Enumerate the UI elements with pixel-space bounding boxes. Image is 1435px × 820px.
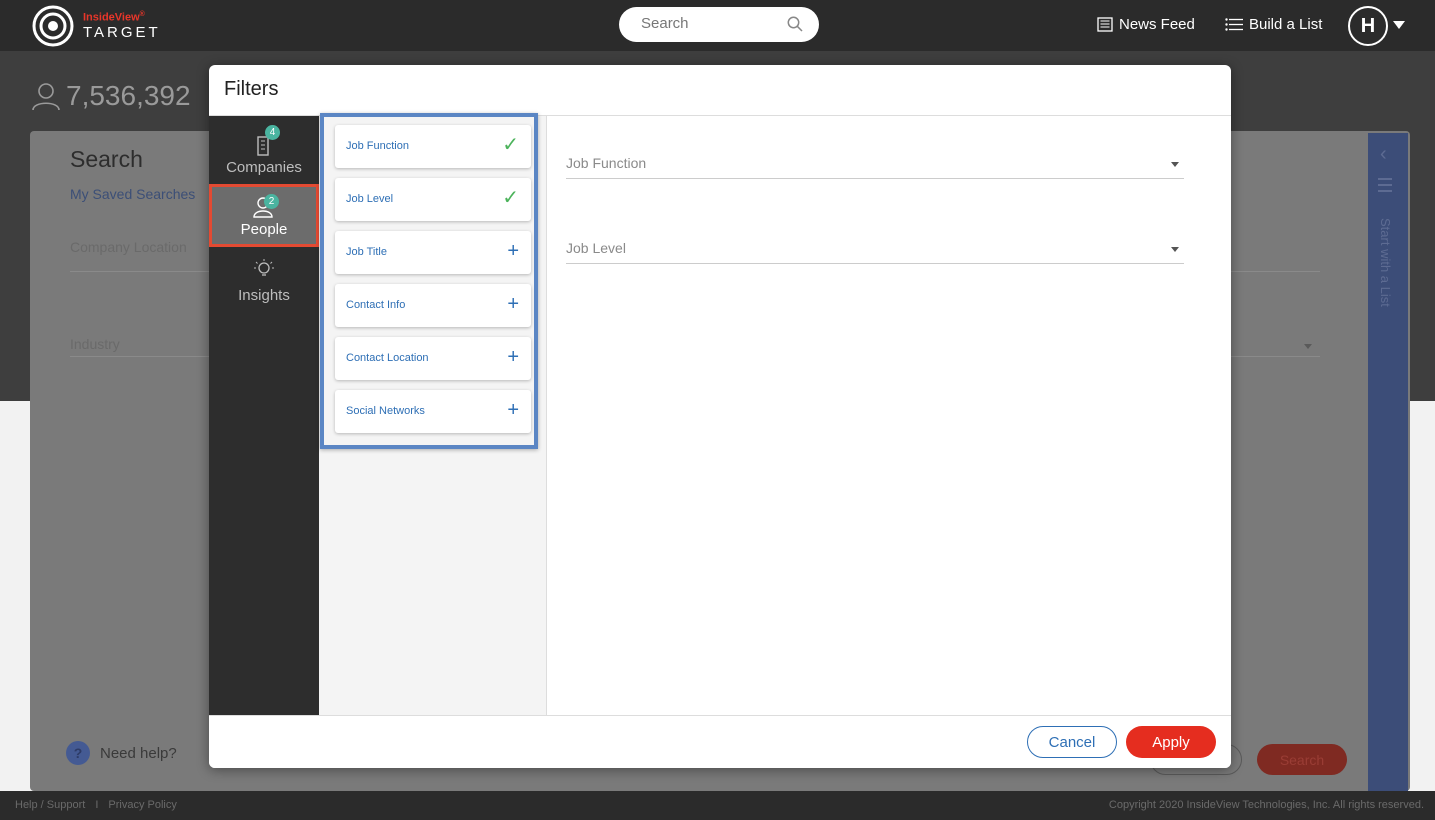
category-people-label: People [240, 221, 288, 238]
category-insights[interactable]: Insights [209, 257, 319, 304]
subfilter-social-networks[interactable]: Social Networks + [335, 390, 531, 433]
user-avatar[interactable]: H [1348, 6, 1388, 46]
subfilter-label: Job Title [346, 246, 387, 258]
results-count-value: 7,536,392 [66, 80, 191, 111]
search-button[interactable]: Search [1257, 744, 1347, 775]
people-count-badge: 2 [264, 194, 279, 209]
caret-down-icon[interactable] [1171, 247, 1179, 252]
results-count: 7,536,392 [30, 80, 191, 112]
copyright-text: Copyright 2020 InsideView Technologies, … [1108, 799, 1424, 811]
cancel-button[interactable]: Cancel [1027, 726, 1117, 758]
subfilter-job-level[interactable]: Job Level ✓ [335, 178, 531, 221]
page-footer: Help / Support I Privacy Policy Copyrigh… [0, 791, 1435, 820]
newspaper-icon [1097, 17, 1113, 32]
subfilter-label: Job Function [346, 140, 409, 152]
checkmark-icon[interactable]: ✓ [502, 135, 519, 155]
help-support-link[interactable]: Help / Support [15, 799, 85, 811]
user-menu-caret-icon[interactable] [1393, 21, 1405, 29]
need-help-link[interactable]: ? Need help? [66, 741, 177, 765]
need-help-label: Need help? [100, 744, 177, 762]
company-location-field[interactable]: Company Location [70, 239, 187, 255]
build-list-link[interactable]: Build a List [1225, 16, 1322, 33]
top-navbar: InsideView® TARGET News Feed Build a Lis… [0, 0, 1435, 51]
brand-product: TARGET [83, 24, 161, 41]
chevron-left-icon[interactable]: ‹ [1380, 143, 1387, 166]
target-logo-icon[interactable] [32, 5, 74, 47]
industry-caret-icon[interactable] [1304, 344, 1312, 349]
subfilter-label: Contact Location [346, 352, 429, 364]
job-function-select[interactable]: Job Function [566, 153, 1184, 179]
saved-searches-link[interactable]: My Saved Searches [70, 186, 195, 202]
filters-modal: Filters 4 Companies 2 People Insights Jo… [209, 65, 1231, 768]
global-search[interactable] [619, 7, 819, 42]
privacy-policy-link[interactable]: Privacy Policy [108, 799, 176, 811]
checkmark-icon[interactable]: ✓ [502, 188, 519, 208]
news-feed-label: News Feed [1119, 16, 1195, 33]
list-icon [1225, 18, 1243, 31]
job-function-placeholder: Job Function [566, 155, 647, 171]
person-icon [32, 83, 60, 111]
subfilter-job-function[interactable]: Job Function ✓ [335, 125, 531, 168]
plus-icon[interactable]: + [507, 347, 519, 367]
list-icon [1378, 178, 1392, 196]
search-icon[interactable] [787, 16, 803, 32]
build-list-label: Build a List [1249, 16, 1323, 33]
brand-name: InsideView® [83, 11, 145, 24]
subfilter-contact-location[interactable]: Contact Location + [335, 337, 531, 380]
apply-button[interactable]: Apply [1126, 726, 1216, 758]
job-level-placeholder: Job Level [566, 240, 626, 256]
caret-down-icon[interactable] [1171, 162, 1179, 167]
news-feed-link[interactable]: News Feed [1097, 16, 1195, 33]
category-people[interactable]: 2 People [209, 184, 319, 247]
subfilter-list: Job Function ✓ Job Level ✓ Job Title + C… [320, 113, 538, 449]
modal-title: Filters [224, 78, 279, 100]
help-icon: ? [66, 741, 90, 765]
subfilter-label: Social Networks [346, 405, 425, 417]
filter-category-nav: 4 Companies 2 People Insights [209, 116, 319, 716]
lightbulb-icon [254, 259, 274, 276]
category-companies-label: Companies [226, 159, 302, 176]
subfilter-label: Contact Info [346, 299, 406, 311]
category-companies[interactable]: 4 Companies [209, 125, 319, 176]
modal-footer: Cancel Apply [209, 715, 1231, 768]
subfilter-job-title[interactable]: Job Title + [335, 231, 531, 274]
search-card-title: Search [70, 146, 143, 172]
plus-icon[interactable]: + [507, 400, 519, 420]
job-level-select[interactable]: Job Level [566, 238, 1184, 264]
plus-icon[interactable]: + [507, 294, 519, 314]
modal-header: Filters [209, 65, 1231, 116]
industry-field[interactable]: Industry [70, 336, 120, 352]
plus-icon[interactable]: + [507, 241, 519, 261]
footer-separator: I [95, 799, 99, 811]
subfilter-column: Job Function ✓ Job Level ✓ Job Title + C… [319, 113, 547, 716]
subfilter-label: Job Level [346, 193, 394, 205]
start-with-list-label: Start with a List [1378, 218, 1393, 307]
category-insights-label: Insights [238, 287, 290, 304]
subfilter-contact-info[interactable]: Contact Info + [335, 284, 531, 327]
companies-count-badge: 4 [265, 125, 280, 140]
global-search-input[interactable] [641, 15, 781, 32]
